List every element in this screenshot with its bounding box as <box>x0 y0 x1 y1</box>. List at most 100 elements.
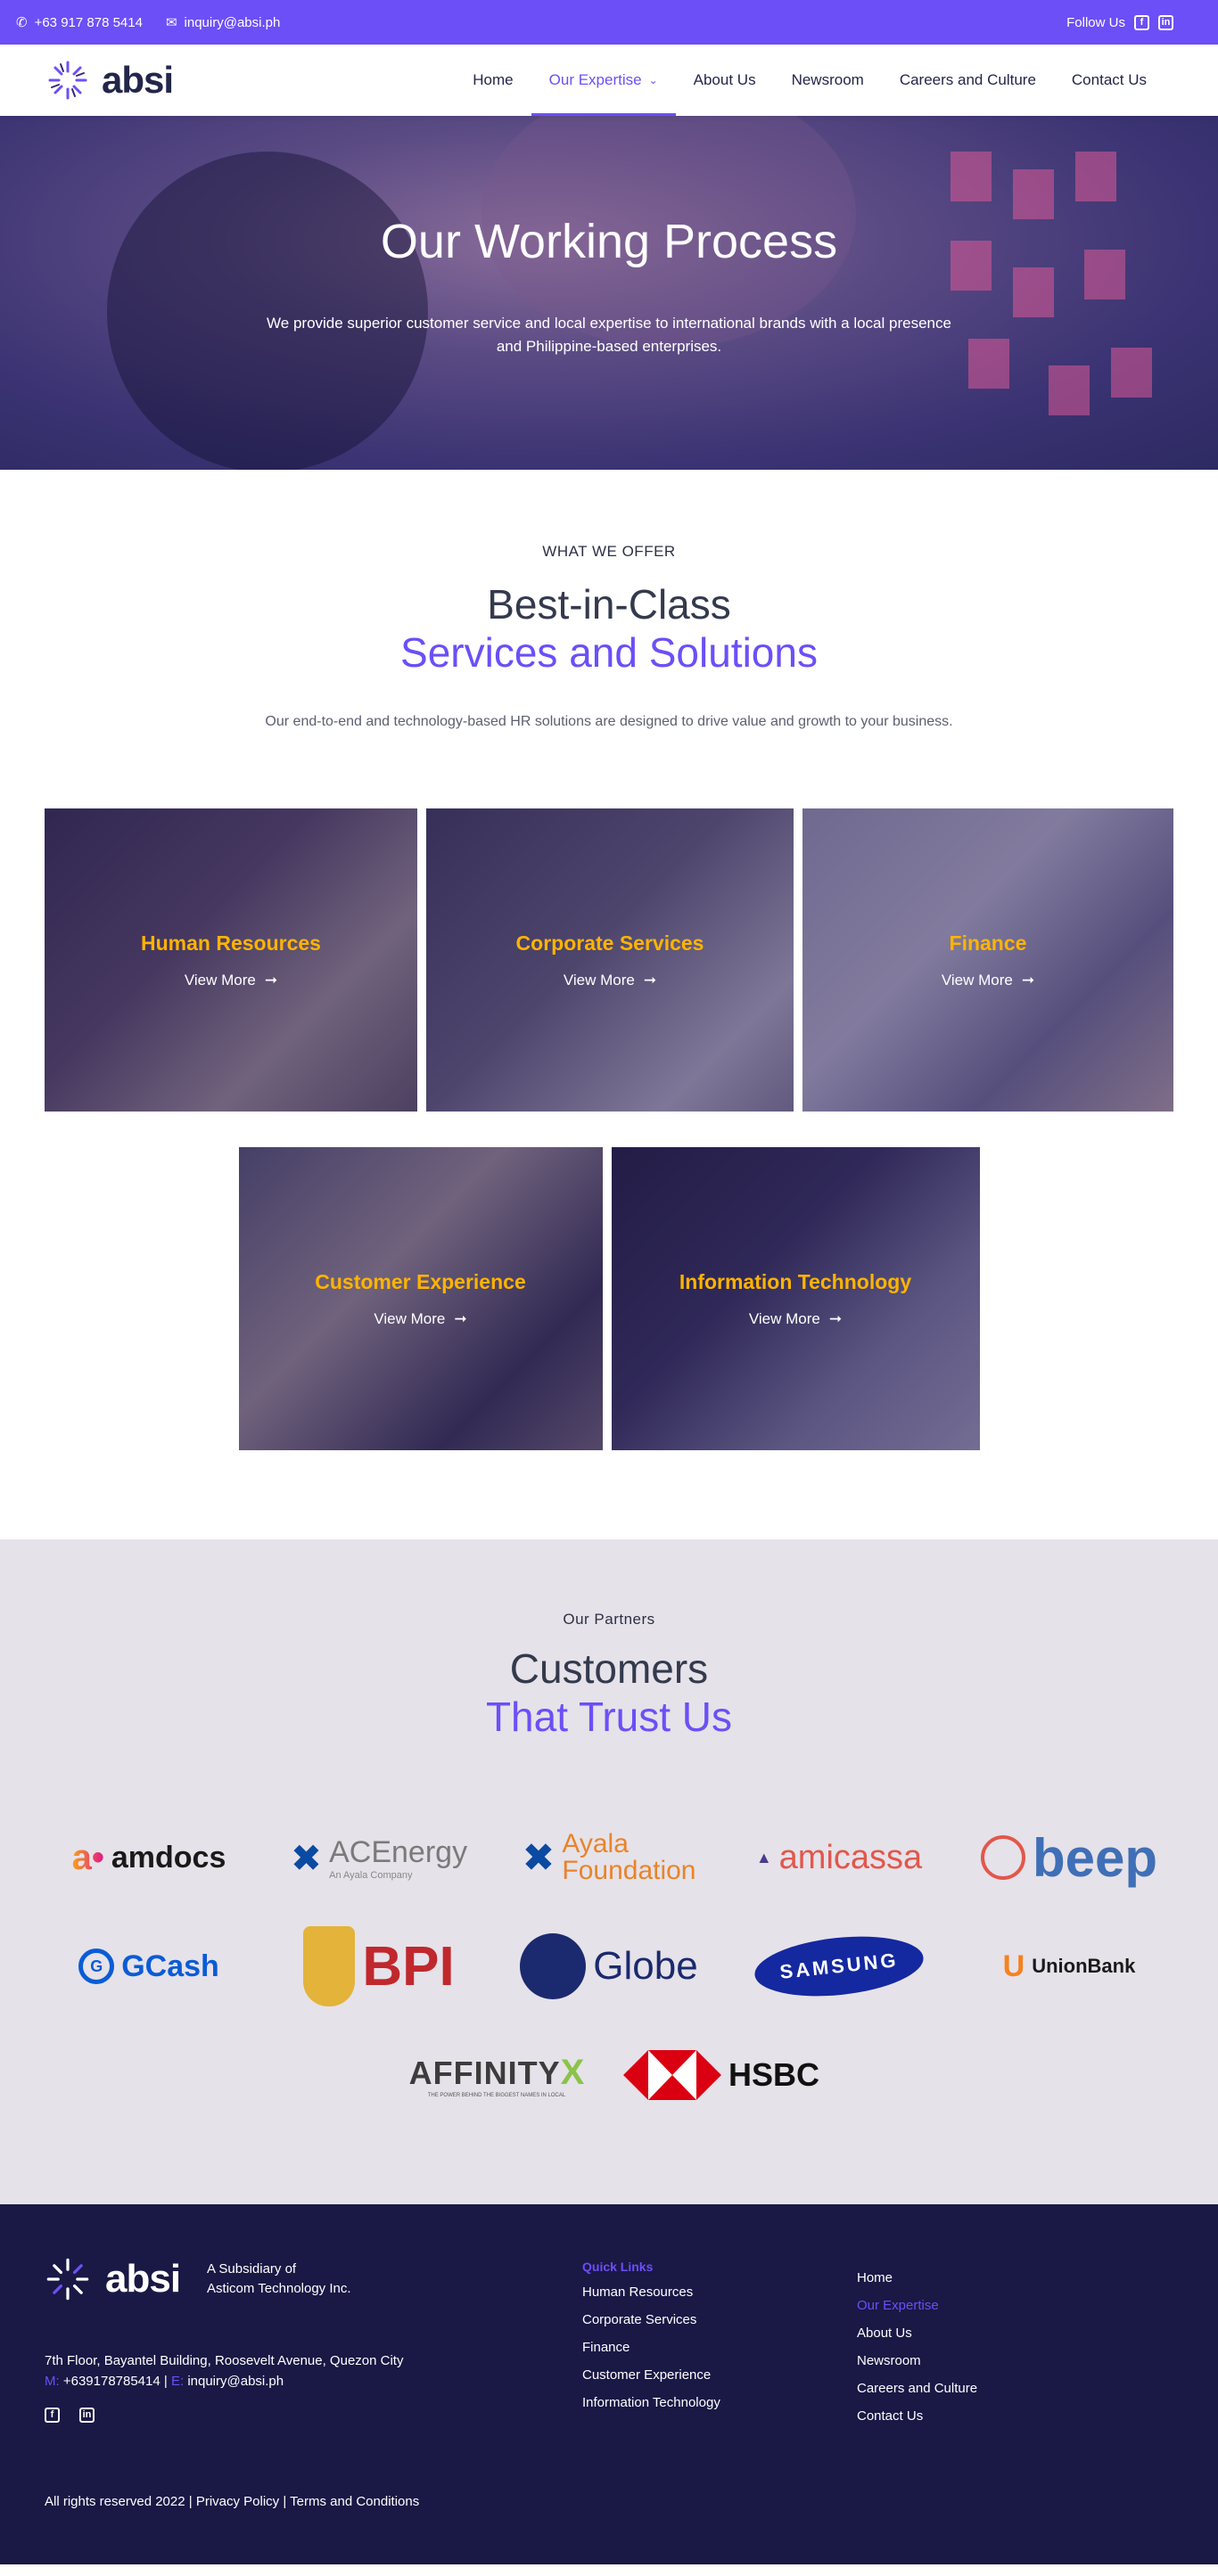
phone-link[interactable]: ✆ +63 917 878 5414 <box>16 14 143 31</box>
phone-icon: ✆ <box>16 15 28 30</box>
acen-wordmark: ACEnergy <box>329 1834 468 1869</box>
footer-link-about-us[interactable]: About Us <box>857 2326 977 2341</box>
hsbc-wordmark: HSBC <box>728 2056 819 2093</box>
view-more-link[interactable]: View More ➞ <box>374 1310 466 1328</box>
logo-row: G GCash BPI Globe SAMSUNG U UnionBank <box>0 1926 1218 2006</box>
bpi-wordmark: BPI <box>362 1935 455 1998</box>
ayala-text: Ayala Foundation <box>562 1831 695 1884</box>
service-card-human-resources[interactable]: Human Resources View More ➞ <box>45 808 417 1112</box>
footer-link-corporate-services[interactable]: Corporate Services <box>582 2312 857 2327</box>
amicassa-wordmark: amicassa <box>778 1838 923 1876</box>
hero-banner: Our Working Process We provide superior … <box>0 116 1218 470</box>
address: 7th Floor, Bayantel Building, Roosevelt … <box>45 2353 404 2368</box>
footer-link-customer-experience[interactable]: Customer Experience <box>582 2367 857 2383</box>
arrow-right-icon: ➞ <box>643 971 657 989</box>
service-cards-row: Customer Experience View More ➞ Informati… <box>0 1147 1218 1450</box>
terms-link[interactable]: Terms and Conditions <box>290 2494 419 2509</box>
footer-link-finance[interactable]: Finance <box>582 2340 857 2355</box>
quick-links-heading: Quick Links <box>582 2260 654 2274</box>
affinity-wordmark: AFFINITY <box>408 2054 561 2091</box>
bpi-crest-icon <box>303 1926 356 2006</box>
affinity-wordline: AFFINITYX <box>409 2053 585 2093</box>
mail-icon: ✉ <box>165 15 177 30</box>
ayala-word-2: Foundation <box>562 1856 696 1885</box>
partners-section: Our Partners Customers That Trust Us a• … <box>0 1539 1218 2204</box>
unionbank-mark-icon: U <box>1002 1948 1025 1983</box>
mobile-number[interactable]: +639178785414 <box>63 2374 160 2389</box>
arrow-right-icon: ➞ <box>454 1309 467 1327</box>
gcash-logo: G GCash <box>44 1930 254 2003</box>
view-more-label: View More <box>184 971 256 989</box>
footer-brand: absi A Subsidiary of Asticom Technology … <box>45 2256 582 2302</box>
services-eyebrow: WHAT WE OFFER <box>542 543 676 560</box>
footer-link-careers[interactable]: Careers and Culture <box>857 2381 977 2396</box>
arrow-right-icon: ➞ <box>264 971 278 989</box>
footer-link-information-technology[interactable]: Information Technology <box>582 2395 857 2410</box>
nav-about-label: About Us <box>693 71 756 88</box>
card-overlay <box>238 1147 603 1450</box>
email-link[interactable]: ✉ inquiry@absi.ph <box>165 14 281 31</box>
nav-home[interactable]: Home <box>455 45 531 116</box>
nav-our-expertise[interactable]: Our Expertise ⌄ <box>531 45 676 116</box>
chevron-down-icon: ⌄ <box>648 74 658 86</box>
subsidiary-line-2: Asticom Technology Inc. <box>207 2281 351 2296</box>
footer-columns: absi A Subsidiary of Asticom Technology … <box>45 2256 1173 2436</box>
nav-about-us[interactable]: About Us <box>676 45 774 116</box>
nav-newsroom-label: Newsroom <box>791 71 864 88</box>
absi-logo-icon <box>46 2258 89 2301</box>
card-title: Customer Experience <box>315 1269 526 1293</box>
footer-link-our-expertise[interactable]: Our Expertise <box>857 2298 977 2313</box>
hero-content: Our Working Process We provide superior … <box>0 116 1218 358</box>
linkedin-icon[interactable]: in <box>1158 14 1173 30</box>
copyright-text: All rights reserved 2022 <box>45 2494 185 2509</box>
card-overlay <box>45 808 417 1112</box>
globe-mark-icon <box>520 1933 587 1999</box>
card-title: Human Resources <box>141 931 321 955</box>
footer-link-human-resources[interactable]: Human Resources <box>582 2285 857 2300</box>
facebook-icon[interactable]: f <box>1134 14 1149 30</box>
amdocs-mark-icon: a• <box>71 1837 104 1877</box>
absi-logo-icon <box>48 61 87 100</box>
nav-contact[interactable]: Contact Us <box>1054 45 1165 116</box>
brand-logo[interactable]: absi <box>46 59 174 102</box>
service-card-customer-experience[interactable]: Customer Experience View More ➞ <box>238 1147 603 1450</box>
card-overlay <box>426 808 794 1112</box>
bpi-logo: BPI <box>274 1926 484 2006</box>
partner-logos: a• amdocs ✖ ACEnergy An Ayala Company ✖ … <box>0 1821 1218 2112</box>
mobile-label: M: <box>45 2374 60 2389</box>
footer-link-contact[interactable]: Contact Us <box>857 2408 977 2424</box>
nav-careers[interactable]: Careers and Culture <box>882 45 1054 116</box>
view-more-link[interactable]: View More ➞ <box>185 972 277 989</box>
follow-us: Follow Us f in <box>1066 14 1173 30</box>
acen-mark-icon: ✖ <box>290 1836 323 1879</box>
facebook-icon[interactable]: f <box>45 2408 60 2423</box>
email-text: inquiry@absi.ph <box>184 14 281 30</box>
linkedin-icon[interactable]: in <box>79 2408 95 2423</box>
footer-link-newsroom[interactable]: Newsroom <box>857 2353 977 2368</box>
view-more-link[interactable]: View More ➞ <box>749 1310 842 1328</box>
view-more-label: View More <box>941 971 1013 989</box>
footer-contact: 7th Floor, Bayantel Building, Roosevelt … <box>45 2350 582 2391</box>
beep-mark-icon <box>980 1835 1025 1880</box>
affinity-tagline: THE POWER BEHIND THE BIGGEST NAMES IN LO… <box>427 2092 566 2098</box>
privacy-policy-link[interactable]: Privacy Policy <box>196 2494 279 2509</box>
footer-link-home[interactable]: Home <box>857 2270 977 2285</box>
service-card-corporate-services[interactable]: Corporate Services View More ➞ <box>426 808 794 1112</box>
nav-menu: Home Our Expertise ⌄ About Us Newsroom Ca… <box>455 45 1165 116</box>
ayala-word-1: Ayala <box>562 1829 629 1858</box>
unionbank-wordmark: UnionBank <box>1032 1955 1136 1977</box>
beep-logo: beep <box>964 1821 1174 1894</box>
card-title: Finance <box>949 931 1027 955</box>
nav-newsroom[interactable]: Newsroom <box>774 45 882 116</box>
view-more-label: View More <box>563 971 635 989</box>
globe-wordmark: Globe <box>593 1944 698 1988</box>
beep-wordmark: beep <box>1032 1827 1158 1888</box>
view-more-link[interactable]: View More ➞ <box>942 972 1034 989</box>
view-more-link[interactable]: View More ➞ <box>564 972 656 989</box>
service-card-finance[interactable]: Finance View More ➞ <box>802 808 1173 1112</box>
logo-row: a• amdocs ✖ ACEnergy An Ayala Company ✖ … <box>0 1821 1218 1894</box>
service-card-information-technology[interactable]: Information Technology View More ➞ <box>611 1147 980 1450</box>
gcash-wordmark: GCash <box>121 1948 219 1983</box>
amdocs-logo: a• amdocs <box>44 1821 254 1894</box>
footer-email[interactable]: inquiry@absi.ph <box>187 2374 284 2389</box>
